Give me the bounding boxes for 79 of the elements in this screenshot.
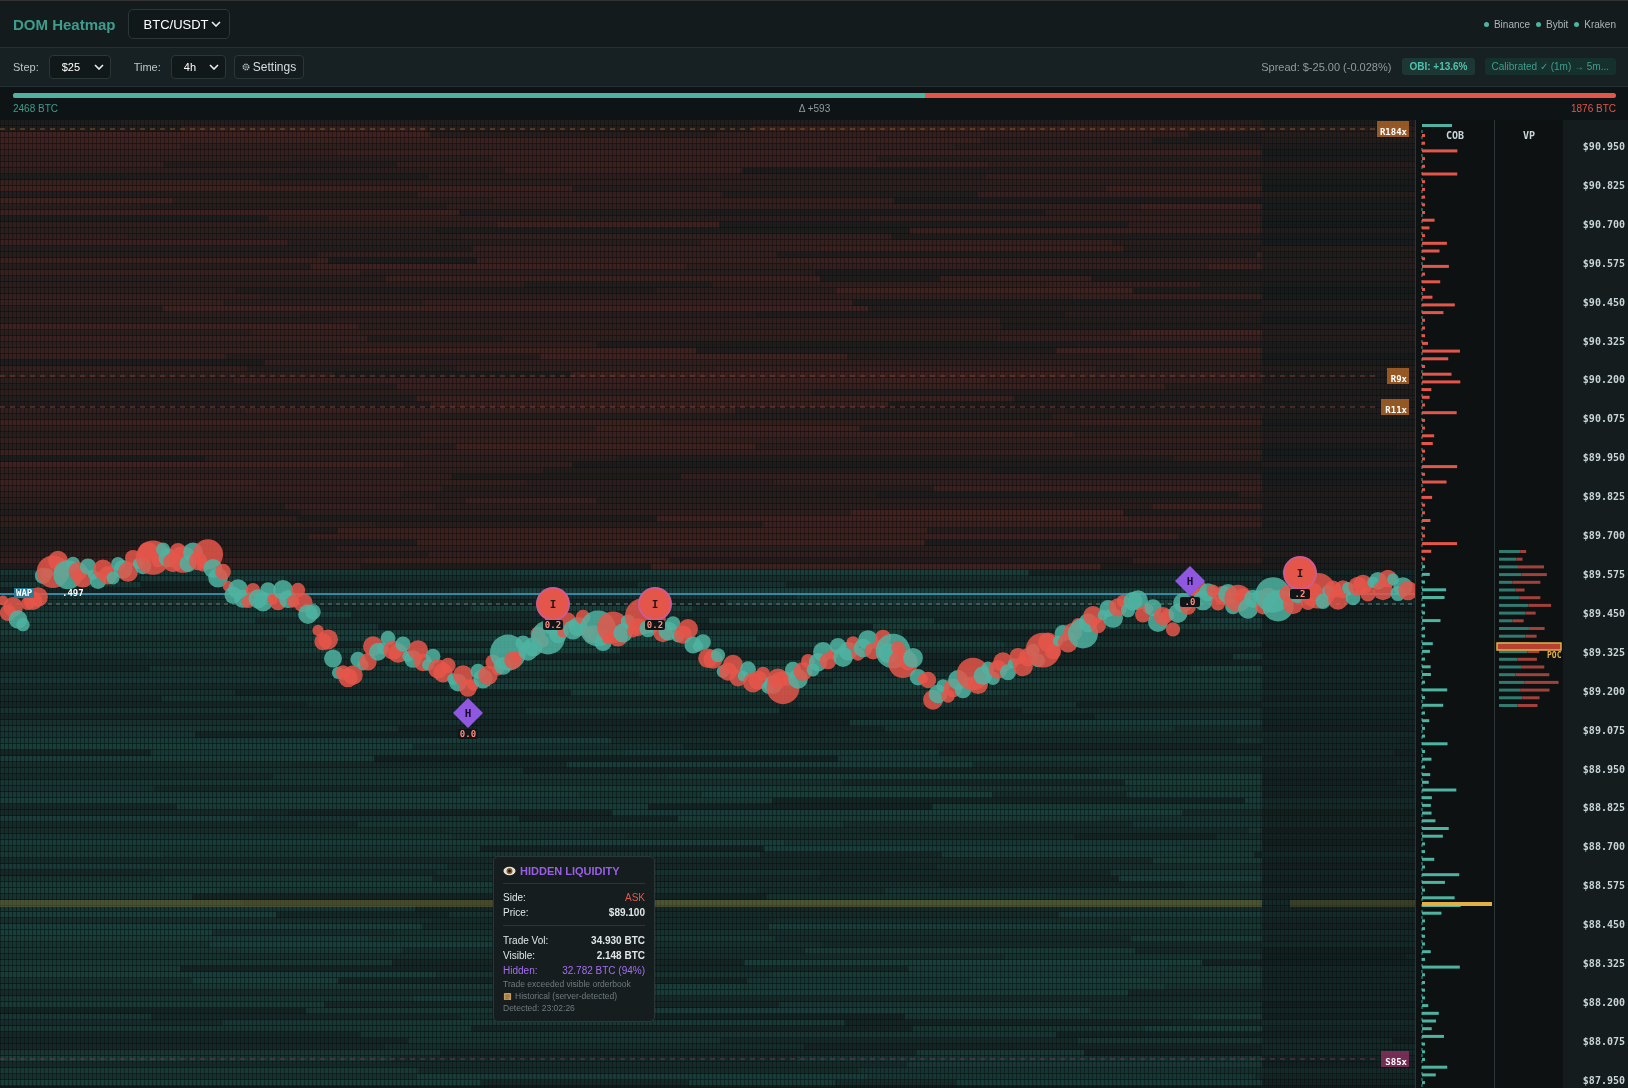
wap-label: WAP: [14, 588, 35, 598]
exchange-label: Binance: [1493, 18, 1531, 30]
delta-text: Δ +593: [798, 102, 831, 114]
price-label: $89.950: [1582, 452, 1625, 465]
price-label: $90.950: [1582, 141, 1625, 153]
level-tag: S85x: [1381, 1051, 1409, 1067]
price-label: $90.075: [1582, 413, 1625, 426]
price-label: $89.325: [1582, 646, 1625, 659]
settings-icon: [241, 62, 250, 71]
marker-value: .2: [1290, 589, 1310, 599]
poc-highlight: [1496, 642, 1562, 651]
price-label: $88.700: [1582, 841, 1625, 854]
bid-total: 2468 BTC: [13, 102, 59, 114]
price-label: $89.575: [1582, 568, 1625, 581]
app-title: DOM Heatmap: [13, 15, 116, 33]
price-label: $89.700: [1582, 530, 1625, 543]
time-label: Time:: [133, 60, 161, 73]
wap-value: .497: [62, 588, 84, 598]
price-label: $87.950: [1582, 1074, 1625, 1087]
price-label: $90.450: [1582, 296, 1625, 309]
marker-value: 0.0: [458, 729, 478, 739]
exchange-label: Bybit: [1546, 18, 1569, 30]
price-label: $89.450: [1582, 607, 1625, 620]
spread-text: Spread: $-25.00 (-0.028%): [1261, 60, 1392, 73]
marker-value: .0: [1180, 597, 1200, 607]
price-label: $88.200: [1582, 996, 1625, 1009]
step-label: Step:: [13, 60, 39, 73]
tooltip-label: Price:: [503, 906, 529, 920]
price-label: $88.075: [1582, 1035, 1625, 1048]
scroll-icon: [503, 991, 512, 1001]
vp-header: VP: [1523, 130, 1536, 141]
tooltip-value: ASK: [625, 891, 645, 905]
settings-button[interactable]: Settings: [233, 54, 305, 79]
obi-badge: OBI: +13.6%: [1402, 58, 1475, 76]
price-label: $88.325: [1582, 958, 1625, 971]
price-label: $90.200: [1582, 374, 1625, 387]
tooltip-label: Side:: [503, 891, 526, 905]
level-tag: R9x: [1387, 368, 1409, 384]
chevron-icon: [208, 63, 219, 70]
marker-value: 0.2: [645, 620, 665, 630]
tooltip-detected: Detected: 23:02:26: [503, 1002, 576, 1014]
tooltip-value: $89.100: [608, 906, 645, 920]
price-label: $90.575: [1582, 257, 1625, 270]
cob-header: COB: [1446, 130, 1465, 141]
price-label: $88.450: [1582, 919, 1625, 932]
price-label: $88.825: [1582, 802, 1625, 815]
iceberg-marker[interactable]: I: [640, 589, 670, 619]
tooltip-value: 2.148 BTC: [596, 949, 645, 963]
tooltip-title: HIDDEN LIQUIDITY: [520, 865, 620, 877]
price-label: $88.950: [1582, 763, 1625, 776]
iceberg-marker[interactable]: I: [1285, 558, 1315, 588]
chevron-icon: [210, 21, 221, 28]
time-select[interactable]: 4h: [170, 54, 226, 79]
price-label: $90.700: [1582, 218, 1625, 231]
price-label: $88.575: [1582, 880, 1625, 893]
price-label: $90.325: [1582, 335, 1625, 348]
marker-value: 0.2: [543, 620, 563, 630]
exchange-label: Kraken: [1584, 18, 1616, 30]
tooltip-label: Visible:: [503, 949, 536, 963]
ask-total: 1876 BTC: [1570, 102, 1616, 114]
chevron-icon: [93, 63, 104, 70]
tooltip-source: Historical (server-detected): [515, 990, 618, 1002]
price-label: $89.200: [1582, 685, 1625, 698]
price-label: $89.825: [1582, 491, 1625, 504]
tooltip-label: Trade Vol:: [503, 934, 549, 948]
tooltip-value: 32.782 BTC (94%): [562, 964, 645, 978]
symbol-select[interactable]: BTC/USDT: [127, 9, 230, 40]
calibration-badge: Calibrated ✓ (1m) → 5m...: [1484, 58, 1616, 76]
step-select[interactable]: $25: [48, 54, 111, 79]
level-tag: R184x: [1377, 121, 1409, 137]
tooltip-value: 34.930 BTC: [591, 934, 645, 948]
price-label: $89.075: [1582, 724, 1625, 737]
iceberg-marker[interactable]: I: [538, 589, 568, 619]
tooltip-label: Hidden:: [503, 964, 538, 978]
tooltip-note: Trade exceeded visible orderbook: [503, 978, 632, 990]
price-label: $90.825: [1582, 179, 1625, 192]
level-tag: R11x: [1381, 399, 1409, 415]
poc-label: POC: [1547, 651, 1562, 660]
eye-icon: [503, 866, 516, 876]
